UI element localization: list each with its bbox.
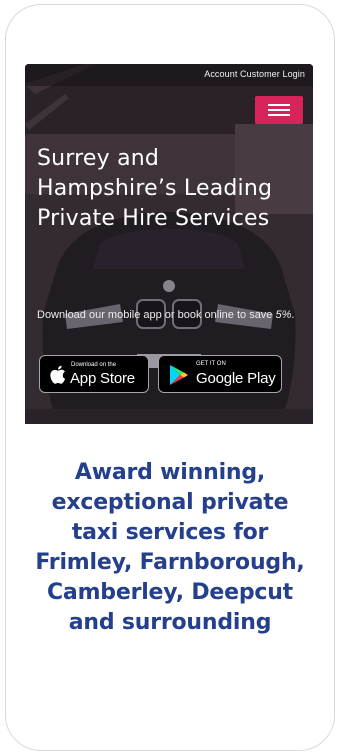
main-heading: Award winning, exceptional private taxi … [35, 460, 305, 635]
heading-viewport: Award winning, exceptional private taxi … [0, 0, 340, 694]
